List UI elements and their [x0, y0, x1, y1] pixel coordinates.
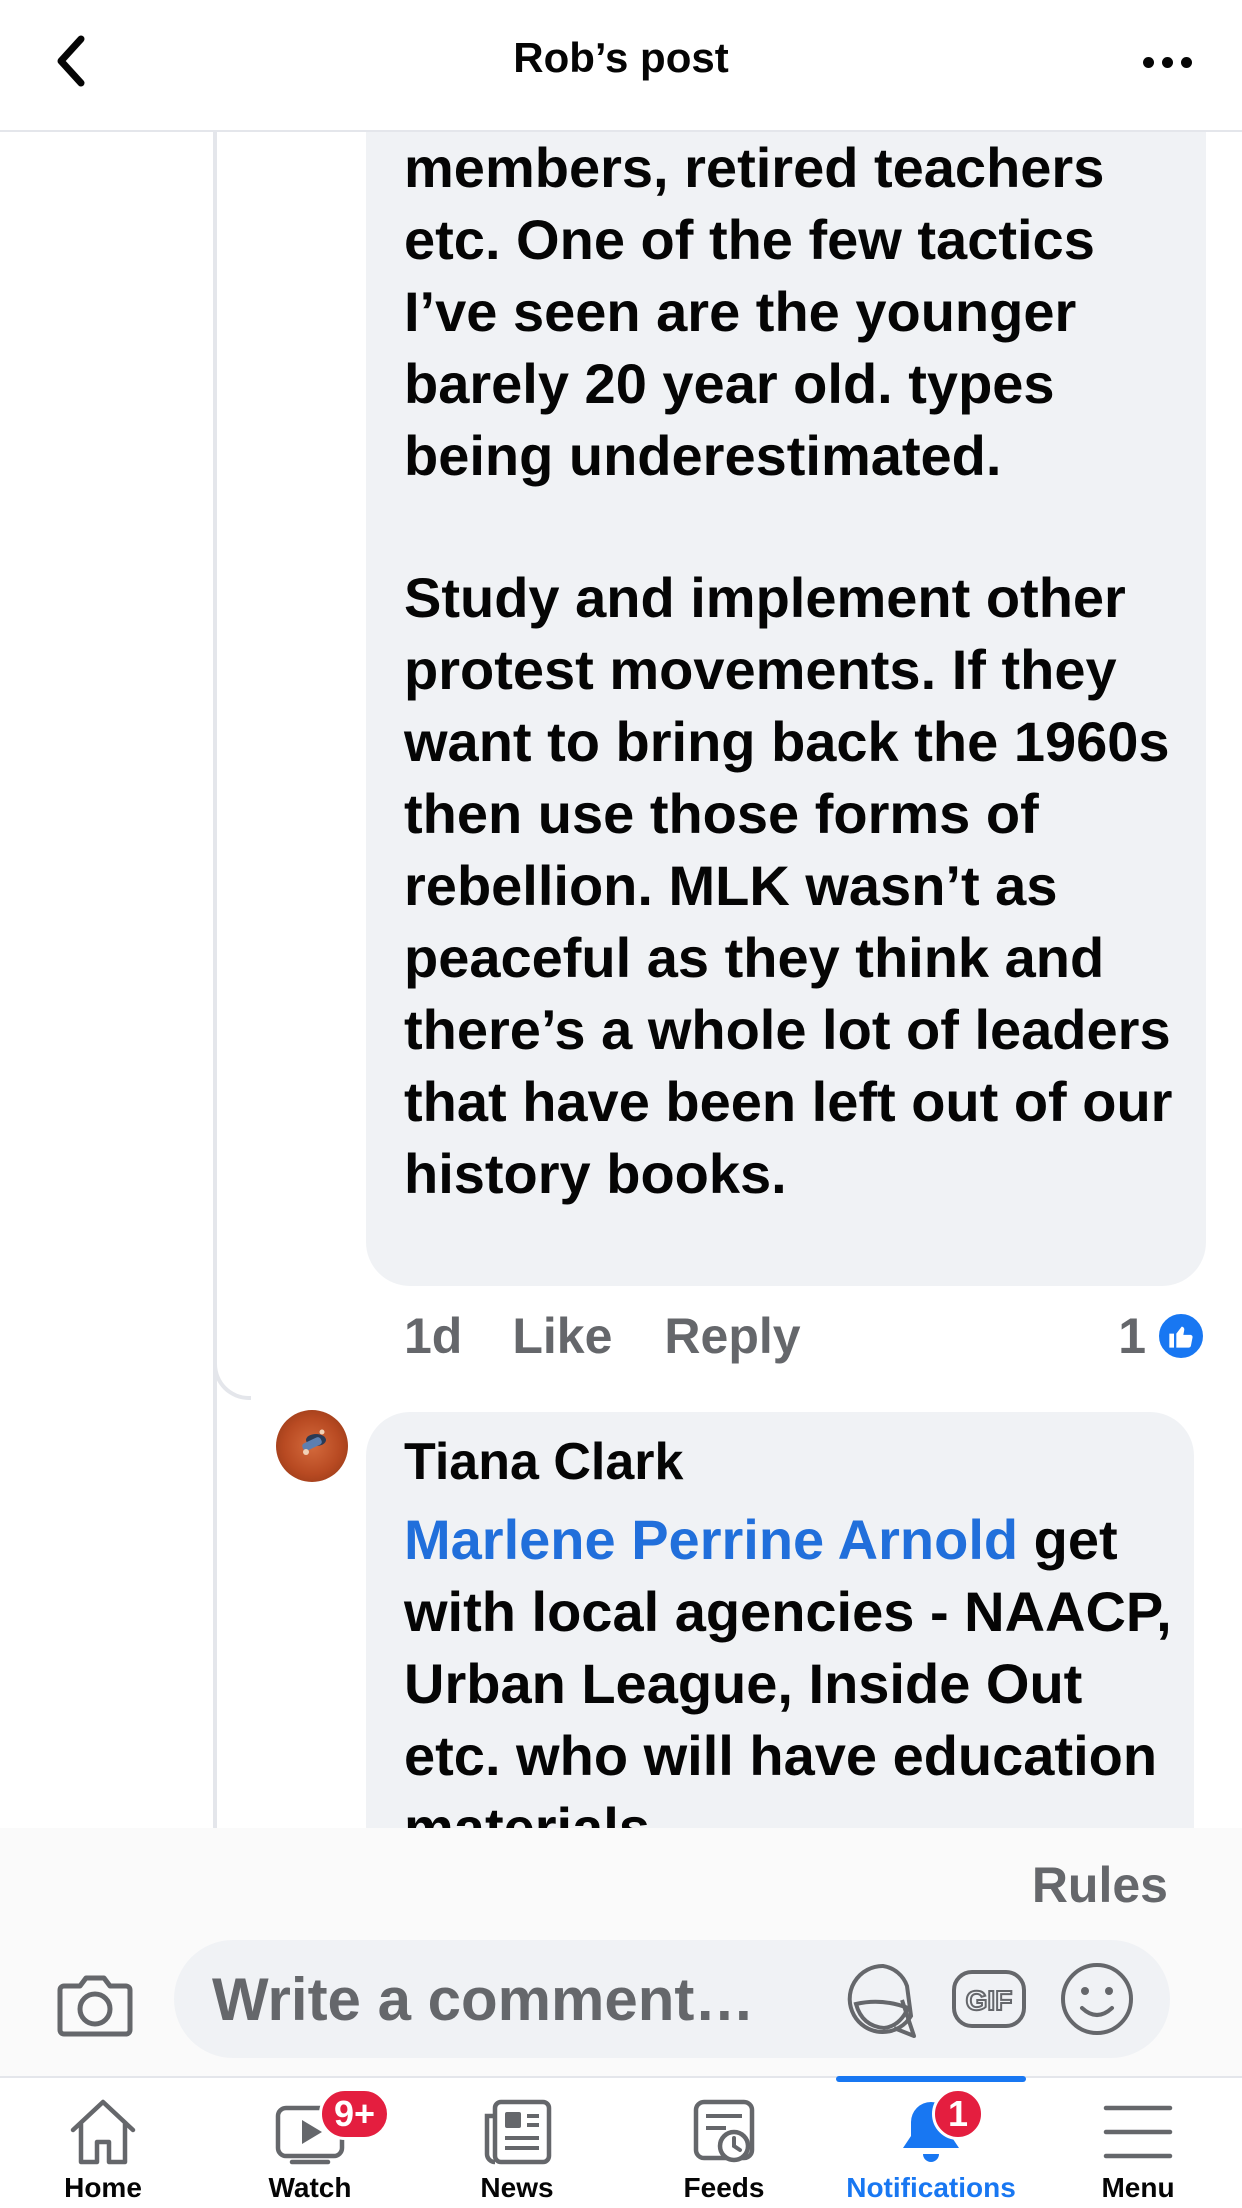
comment-timestamp: 1d: [404, 1308, 463, 1364]
tab-notifications[interactable]: 1 Notifications: [828, 2078, 1034, 2208]
tab-label: Notifications: [846, 2172, 1016, 2203]
tab-menu[interactable]: Menu: [1035, 2078, 1241, 2208]
comment-author[interactable]: Tiana Clark: [404, 1432, 683, 1492]
post-header: Rob’s post: [0, 0, 1242, 132]
more-dot: [1180, 56, 1192, 68]
reply-button[interactable]: Reply: [664, 1307, 800, 1365]
svg-text:GIF: GIF: [966, 1985, 1013, 2016]
page-title: Rob’s post: [513, 34, 729, 81]
notification-badge: 1: [932, 2088, 984, 2140]
comment-thread[interactable]: members, retired teachers etc. One of th…: [0, 132, 1242, 1828]
post-comments-screen: Rob’s post members, retired teachers etc…: [0, 0, 1242, 2208]
emoji-icon[interactable]: [1058, 1960, 1136, 2038]
more-dot: [1161, 56, 1173, 68]
more-options-button[interactable]: [1132, 34, 1202, 90]
tab-news[interactable]: News: [414, 2078, 620, 2208]
tab-label: Watch: [268, 2172, 352, 2203]
thread-connector: [213, 1360, 251, 1400]
tab-label: Feeds: [683, 2172, 765, 2203]
camera-icon[interactable]: [56, 1964, 134, 2044]
comment-composer: GIF: [0, 1940, 1242, 2076]
rules-link[interactable]: Rules: [1032, 1856, 1168, 1914]
tab-feeds[interactable]: Feeds: [621, 2078, 827, 2208]
news-icon: [484, 2099, 552, 2165]
tab-label: News: [480, 2172, 554, 2203]
tab-label: Home: [64, 2172, 142, 2203]
home-icon: [70, 2099, 136, 2165]
comment-text: Marlene Perrine Arnold get with local ag…: [404, 1504, 1194, 1828]
reaction-summary[interactable]: 1: [1118, 1304, 1206, 1368]
comment-text: Study and implement other protest moveme…: [404, 566, 1173, 1205]
sticker-icon[interactable]: [844, 1960, 922, 2038]
comment-actions: 1d Like Reply: [404, 1304, 801, 1368]
tab-watch[interactable]: 9+ Watch: [207, 2078, 413, 2208]
feeds-icon: [693, 2099, 755, 2163]
reaction-count: 1: [1118, 1308, 1146, 1364]
rules-bar: Rules: [0, 1828, 1242, 1940]
tab-label: Menu: [1101, 2172, 1175, 2203]
avatar[interactable]: [276, 1410, 348, 1482]
more-dot: [1142, 56, 1154, 68]
like-button[interactable]: Like: [512, 1307, 612, 1365]
notification-badge: 9+: [319, 2088, 391, 2140]
mention-link[interactable]: Marlene Perrine Arnold: [404, 1508, 1018, 1571]
thread-line: [213, 132, 217, 1828]
tab-home[interactable]: Home: [0, 2078, 206, 2208]
bottom-tab-bar: Home 9+ Watch News Feeds 1 Notifications…: [0, 2076, 1242, 2208]
like-reaction-icon: [1156, 1311, 1206, 1361]
gif-icon[interactable]: GIF: [950, 1960, 1028, 2038]
comment-text: members, retired teachers etc. One of th…: [404, 136, 1105, 487]
menu-icon: [1103, 2105, 1173, 2159]
